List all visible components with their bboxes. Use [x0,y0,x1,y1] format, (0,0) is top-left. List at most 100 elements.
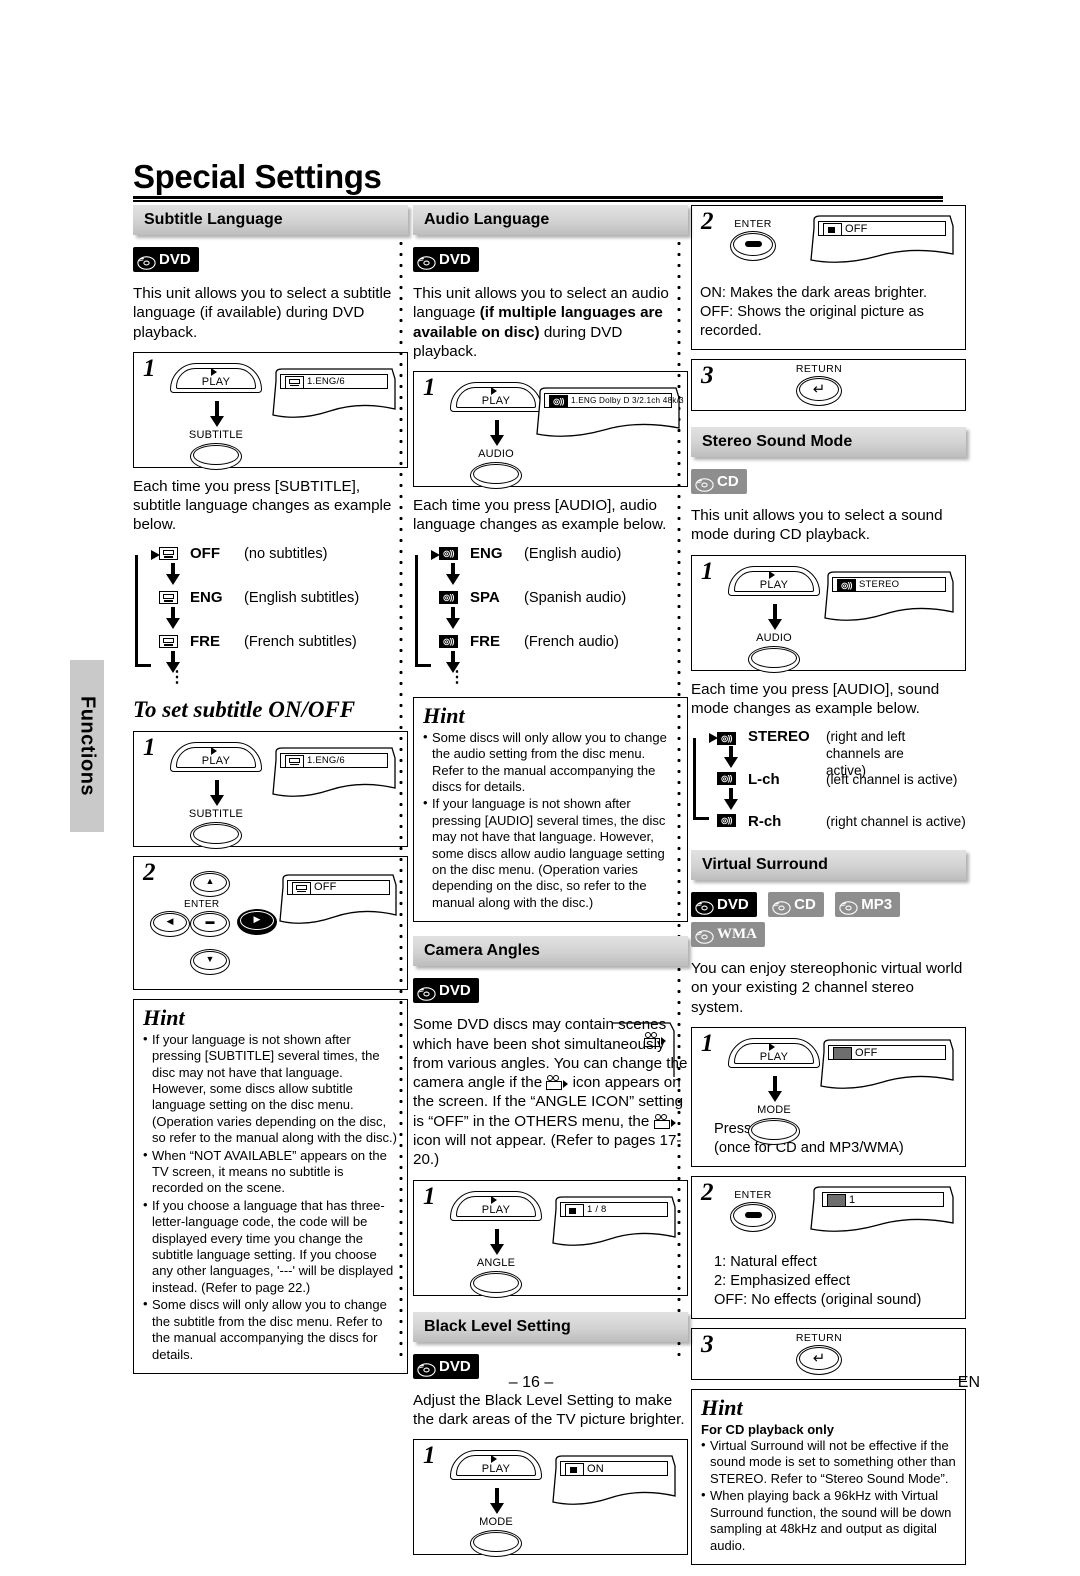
subtitle-button-graphic[interactable]: SUBTITLE [184,808,248,849]
enter-button[interactable]: ▬ [190,910,230,937]
black-level-note-on: ON: Makes the dark areas brighter. [700,285,928,301]
arrow-left-button[interactable]: ◀ [150,910,190,937]
audio-step-1: 1 PLAY AUDIO ◎)) 1.ENG Dolby D 3/2.1ch 4… [413,371,688,490]
mode-button-graphic[interactable]: MODE [742,1104,806,1146]
subtitle-onoff-heading: To set subtitle ON/OFF [133,696,356,722]
disc-icon [137,253,156,270]
virtual-surround-step-3: 3 RETURN ↵ [691,1328,966,1381]
down-arrow-icon [210,400,224,427]
play-button-graphic[interactable]: PLAY [170,362,262,397]
osd-status-bar: OFF [287,879,390,895]
hint-subtitle: For CD playback only [701,1422,834,1438]
flow-desc: (English audio) [524,545,622,562]
disc-badges-subtitle: DVD [133,247,408,277]
down-arrow-icon [490,420,504,447]
play-button-graphic[interactable]: PLAY [450,382,542,416]
audio-hint-box: Hint Some discs will only allow you to c… [413,696,688,923]
return-button-graphic[interactable]: RETURN ↵ [784,363,854,406]
audio-intro-text: This unit allows you to select an audio … [413,284,688,361]
osd-status-bar: ◎)) 1.ENG Dolby D 3/2.1ch 48k/3 [544,393,684,409]
step-number: 3 [701,1331,714,1359]
step-number: 3 [701,362,714,389]
osd-text: 1.ENG Dolby D 3/2.1ch 48k/3 [571,396,684,406]
stereo-after-text: Each time you press [AUDIO], sound mode … [691,680,940,717]
hint-item: If your language is not shown after pres… [423,795,678,911]
section-header-black-level: Black Level Setting [413,1311,688,1342]
mode-button-graphic[interactable]: MODE [464,1516,528,1558]
osd-status-bar: 1.ENG/6 [280,373,388,389]
column-left: Subtitle Language DVD This unit allows y… [133,205,408,1385]
disc-badges-stereo: CD [691,469,966,499]
osd-status-bar: 1 [822,1192,944,1208]
flow-desc: (no subtitles) [244,545,328,562]
play-key-label: PLAY [201,754,231,767]
angle-button-graphic[interactable]: ANGLE [464,1257,528,1298]
title-rule [133,196,943,202]
disc-icon [839,898,858,915]
play-button-graphic[interactable]: PLAY [450,1190,542,1225]
disc-icon [695,928,714,944]
osd-status-bar: 1.ENG/6 [280,752,388,768]
arrow-right-button[interactable]: ▶ [237,908,277,935]
virtual-surround-icon [827,1194,846,1208]
play-triangle-icon [491,1455,497,1464]
flow-item: ◎)) ENG (English audio) [413,545,621,563]
subtitle-flow-diagram: OFF (no subtitles) ENG (English subtitle… [133,545,408,685]
hint-item: When “NOT AVAILABLE” appears on the TV s… [143,1147,398,1197]
tv-screen-graphic: ON [550,1454,678,1524]
virtual-surround-hint-box: Hint For CD playback only Virtual Surrou… [691,1389,966,1565]
arrow-pad-cluster: ▲ ENTER ◀ ▬ ▶ ▼ OFF [142,863,399,975]
tv-screen-graphic: 1.ENG/6 [270,746,398,816]
subtitle-icon [159,589,178,607]
disc-badge-label: MP3 [861,896,893,914]
disc-icon [695,475,714,492]
enter-label: ENTER [184,898,220,910]
audio-flow-diagram: ◎)) ENG (English audio) ◎)) SPA (Spanish… [413,545,688,685]
virtual-surround-intro-text: You can enjoy stereophonic virtual world… [691,960,963,1016]
audio-icon: ◎)) [549,395,568,409]
audio-button-graphic[interactable]: AUDIO [742,632,806,673]
arrow-down-button[interactable]: ▼ [190,948,230,975]
flow-desc: (English subtitles) [244,589,360,606]
black-level-icon [823,223,842,236]
osd-status-bar: 1 / 8 [560,1201,668,1217]
enter-button-graphic[interactable]: ENTER [718,1189,788,1233]
black-level-intro-text: Adjust the Black Level Setting to make t… [413,1391,685,1428]
return-label: RETURN [795,1332,843,1345]
flow-desc: (right channel is active) [826,813,966,829]
camera-step-1: 1 PLAY ANGLE 1 / 8 [413,1179,688,1298]
play-button-graphic[interactable]: PLAY [728,565,820,600]
play-button-graphic[interactable]: PLAY [170,741,262,776]
subtitle-step-1: 1 PLAY SUBTITLE 1.ENG/6 [133,351,408,470]
flow-item: OFF (no subtitles) [133,545,328,563]
disc-badge-dvd: DVD [413,978,479,1004]
flow-code: STEREO [748,728,810,746]
black-level-icon [565,1463,584,1477]
play-key-label: PLAY [759,578,789,591]
disc-badge-label: WMA [717,926,757,943]
hint-item: Virtual Surround will not be effective i… [701,1437,956,1487]
play-button-graphic[interactable]: PLAY [450,1450,542,1484]
virtual-surround-effect-2: 2: Emphasized effect [714,1273,851,1290]
camera-icon [546,1075,569,1091]
section-header-camera-angles: Camera Angles [413,936,688,967]
osd-text: 1 / 8 [587,1203,607,1215]
return-button-graphic[interactable]: RETURN ↵ [784,1332,854,1376]
play-key-label: PLAY [481,1203,511,1216]
subtitle-button-graphic[interactable]: SUBTITLE [184,429,248,470]
manual-page: Special Settings Functions Subtitle Lang… [0,0,1080,1565]
play-triangle-icon [491,387,497,396]
play-triangle-icon [769,1043,775,1052]
play-key-label: PLAY [481,1463,511,1476]
subtitle-after-text: Each time you press [SUBTITLE], subtitle… [133,477,392,534]
audio-icon: ◎)) [717,812,736,830]
audio-button-graphic[interactable]: AUDIO [464,448,528,490]
flow-code: OFF [190,545,220,563]
play-key-label: PLAY [481,395,511,408]
section-header-virtual-surround: Virtual Surround [691,850,966,881]
arrow-up-button[interactable]: ▲ [190,870,230,897]
enter-button-graphic[interactable]: ENTER [718,218,788,261]
disc-badge-label: CD [794,896,816,914]
play-button-graphic[interactable]: PLAY [728,1038,820,1072]
flow-ellipsis: ⋮ [169,668,185,686]
